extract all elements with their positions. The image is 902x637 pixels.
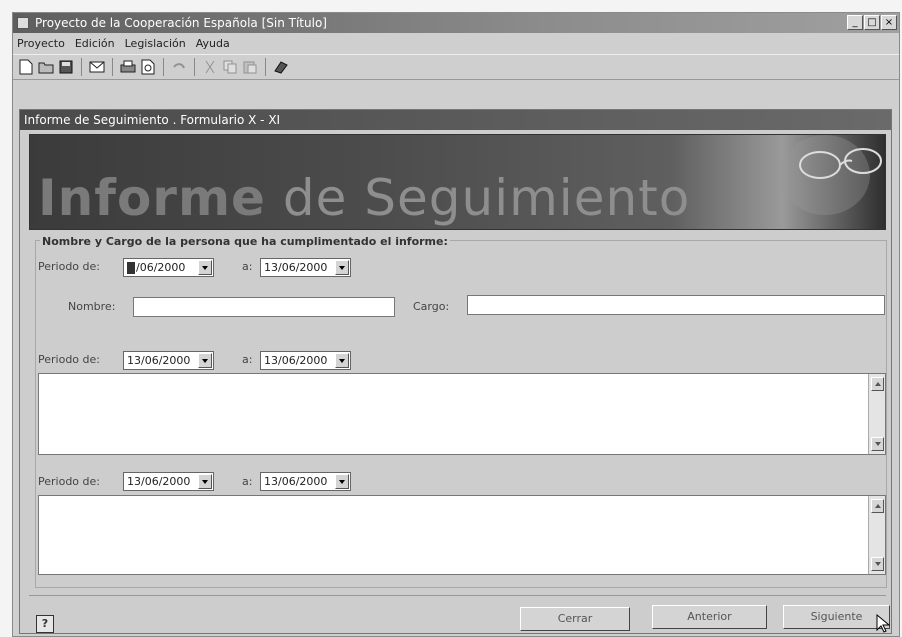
app-icon — [17, 17, 29, 29]
anterior-button[interactable]: Anterior — [652, 605, 767, 629]
paste-icon[interactable] — [241, 58, 259, 76]
mouse-cursor-icon — [876, 614, 890, 633]
book-icon[interactable] — [272, 58, 290, 76]
new-file-icon[interactable] — [17, 58, 35, 76]
siguiente-button[interactable]: Siguiente — [783, 605, 890, 629]
glasses-image — [780, 135, 882, 215]
toolbar-separator — [112, 58, 113, 76]
nombre-input[interactable] — [133, 297, 395, 317]
dropdown-arrow-icon[interactable] — [198, 353, 212, 368]
dropdown-arrow-icon[interactable] — [335, 353, 349, 368]
periodo-label-2: Periodo de: — [38, 353, 100, 366]
application-window: Proyecto de la Cooperación Española [Sin… — [12, 12, 900, 637]
toolbar-separator — [81, 58, 82, 76]
toolbar-separator — [194, 58, 195, 76]
periodo-to-value-2: 13/06/2000 — [264, 354, 328, 367]
periodo-from-value-2: 13/06/2000 — [127, 354, 191, 367]
cargo-label: Cargo: — [413, 300, 450, 313]
dropdown-arrow-icon[interactable] — [335, 260, 349, 275]
scroll-down-icon[interactable] — [871, 557, 884, 571]
open-folder-icon[interactable] — [37, 58, 55, 76]
menu-ayuda[interactable]: Ayuda — [196, 34, 230, 53]
mail-icon[interactable] — [88, 58, 106, 76]
scroll-down-icon[interactable] — [871, 437, 884, 451]
scroll-up-icon[interactable] — [871, 377, 884, 391]
a-label-1: a: — [242, 260, 253, 273]
scroll-up-icon[interactable] — [871, 499, 884, 513]
print-preview-icon[interactable] — [139, 58, 157, 76]
cerrar-button[interactable]: Cerrar — [520, 607, 630, 631]
periodo-from-value-3: 13/06/2000 — [127, 475, 191, 488]
periodo-from-combo-3[interactable]: 13/06/2000 — [123, 472, 214, 491]
undo-icon[interactable] — [170, 58, 188, 76]
text-cursor — [127, 262, 135, 274]
form-title[interactable]: Informe de Seguimiento . Formulario X - … — [20, 110, 891, 130]
toolbar — [13, 54, 899, 80]
memo-field-2[interactable] — [38, 495, 886, 575]
window-title: Proyecto de la Cooperación Española [Sin… — [35, 16, 327, 30]
menu-edicion[interactable]: Edición — [75, 34, 115, 53]
banner-title: Informe de Seguimiento — [38, 169, 690, 227]
help-button[interactable]: ? — [36, 615, 54, 633]
periodo-label-3: Periodo de: — [38, 475, 100, 488]
periodo-to-combo-3[interactable]: 13/06/2000 — [260, 472, 351, 491]
close-window-button[interactable]: × — [881, 15, 897, 30]
a-label-3: a: — [242, 475, 253, 488]
vertical-scrollbar[interactable] — [868, 374, 885, 454]
periodo-to-value-1: 13/06/2000 — [264, 261, 328, 274]
dropdown-arrow-icon[interactable] — [335, 474, 349, 489]
minimize-button[interactable]: _ — [847, 15, 863, 30]
cargo-input[interactable] — [467, 295, 885, 315]
dropdown-arrow-icon[interactable] — [198, 474, 212, 489]
periodo-from-combo-2[interactable]: 13/06/2000 — [123, 351, 214, 370]
copy-icon[interactable] — [221, 58, 239, 76]
menu-proyecto[interactable]: Proyecto — [17, 34, 65, 53]
title-bar[interactable]: Proyecto de la Cooperación Española [Sin… — [13, 13, 899, 33]
nombre-label: Nombre: — [68, 300, 116, 313]
dropdown-arrow-icon[interactable] — [198, 260, 212, 275]
toolbar-separator — [265, 58, 266, 76]
print-icon[interactable] — [119, 58, 137, 76]
banner-title-bold: Informe — [38, 169, 266, 227]
save-icon[interactable] — [57, 58, 75, 76]
toolbar-separator — [163, 58, 164, 76]
informe-form: Informe de Seguimiento . Formulario X - … — [19, 109, 892, 634]
memo-field-1[interactable] — [38, 373, 886, 455]
menu-bar: Proyecto Edición Legislación Ayuda — [13, 34, 899, 53]
periodo-to-combo-2[interactable]: 13/06/2000 — [260, 351, 351, 370]
periodo-label-1: Periodo de: — [38, 260, 100, 273]
cut-icon[interactable] — [201, 58, 219, 76]
divider — [29, 595, 886, 596]
section-heading: Nombre y Cargo de la persona que ha cump… — [40, 235, 450, 248]
periodo-from-combo-1[interactable]: /06/2000 — [123, 258, 214, 277]
periodo-to-value-3: 13/06/2000 — [264, 475, 328, 488]
a-label-2: a: — [242, 353, 253, 366]
maximize-button[interactable]: □ — [864, 15, 880, 30]
menu-legislacion[interactable]: Legislación — [125, 34, 186, 53]
banner: Informe de Seguimiento — [29, 134, 886, 230]
periodo-to-combo-1[interactable]: 13/06/2000 — [260, 258, 351, 277]
vertical-scrollbar[interactable] — [868, 496, 885, 574]
banner-title-light: de Seguimiento — [265, 169, 691, 227]
periodo-from-value-1: /06/2000 — [136, 261, 186, 274]
